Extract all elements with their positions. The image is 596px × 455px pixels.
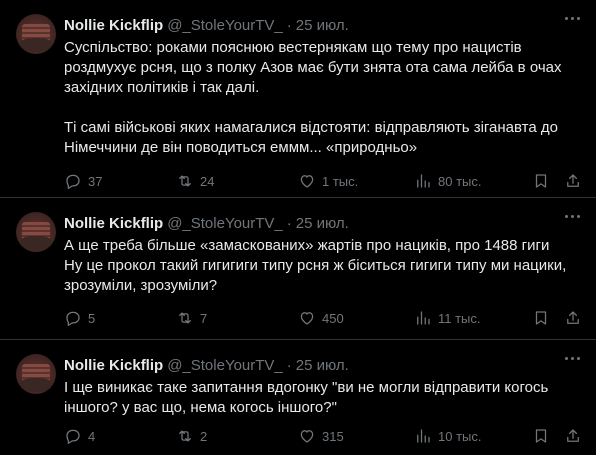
tweet-header: Nollie Kickflip @_StoleYourTV_ · 25 июл. — [64, 15, 564, 35]
tweet-text-line: західних політиків і так далі. — [64, 79, 260, 96]
separator-dot: · — [286, 356, 292, 374]
views-button[interactable]: 10 тыс. — [414, 427, 481, 445]
tweet-text-line: Ті самі військові яких намагалися відсто… — [64, 119, 558, 136]
views-button[interactable]: 80 тыс. — [414, 172, 481, 190]
bookmark-icon — [535, 311, 547, 325]
tweet-header: Nollie Kickflip @_StoleYourTV_ · 25 июл. — [64, 355, 564, 375]
bookmark-icon — [535, 174, 547, 188]
views-button[interactable]: 11 тыс. — [414, 309, 481, 327]
tweet-text-line: Ну це прокол такий гигигиги типу рсня ж … — [64, 257, 567, 274]
more-icon[interactable] — [565, 17, 580, 20]
retweet-icon — [179, 312, 191, 324]
retweet-button[interactable]: 2 — [176, 427, 207, 445]
tweet-text-line: І ще виникає таке запитання вдогонку "ви… — [64, 379, 549, 396]
author-name[interactable]: Nollie Kickflip — [64, 215, 163, 232]
more-icon[interactable] — [565, 215, 580, 218]
avatar[interactable] — [16, 212, 56, 252]
bookmark-button[interactable] — [532, 427, 550, 445]
author-handle[interactable]: @_StoleYourTV_ — [167, 215, 283, 232]
retweet-button[interactable]: 7 — [176, 309, 207, 327]
views-count: 80 тыс. — [438, 173, 482, 189]
tweet-text-line: Суспільство: роками пояснюю вестернякам … — [64, 39, 522, 56]
tweet-text: А ще треба більше «замаскованих» жартів … — [64, 236, 584, 296]
tweet[interactable]: Nollie Kickflip @_StoleYourTV_ · 25 июл.… — [0, 0, 596, 198]
tweet-header: Nollie Kickflip @_StoleYourTV_ · 25 июл. — [64, 213, 564, 233]
share-button[interactable] — [564, 309, 582, 327]
tweet-text-line: іншого? у вас що, нема когось іншого?" — [64, 399, 337, 416]
author-name[interactable]: Nollie Kickflip — [64, 357, 163, 374]
reply-button[interactable]: 37 — [64, 172, 102, 190]
bookmark-button[interactable] — [532, 172, 550, 190]
bookmark-icon — [535, 429, 547, 443]
retweet-icon — [179, 430, 191, 442]
separator-dot: · — [286, 16, 292, 34]
tweet-text-line: роздмухує рсня, що з полку Азов має бути… — [64, 59, 562, 76]
tweet[interactable]: Nollie Kickflip @_StoleYourTV_ · 25 июл.… — [0, 340, 596, 455]
reply-icon — [66, 429, 80, 444]
action-bar: 5 7 450 11 тыс. — [64, 308, 584, 328]
author-name[interactable]: Nollie Kickflip — [64, 17, 163, 34]
views-icon — [417, 429, 430, 443]
timestamp[interactable]: 25 июл. — [296, 17, 349, 34]
tweet-text: Суспільство: роками пояснюю вестернякам … — [64, 38, 584, 158]
views-count: 10 тыс. — [438, 428, 482, 444]
like-icon — [300, 312, 314, 325]
reply-icon — [66, 174, 80, 189]
share-button[interactable] — [564, 172, 582, 190]
like-button[interactable]: 450 — [298, 309, 344, 327]
avatar[interactable] — [16, 14, 56, 54]
tweet-text-line: Німеччини де він поводиться еммм... «при… — [64, 139, 418, 156]
retweet-button[interactable]: 24 — [176, 172, 214, 190]
like-icon — [300, 430, 314, 443]
reply-count: 37 — [88, 173, 103, 189]
reply-icon — [66, 311, 80, 326]
retweet-count: 7 — [200, 310, 208, 326]
share-icon — [567, 311, 579, 324]
avatar[interactable] — [16, 354, 56, 394]
retweet-count: 2 — [200, 428, 208, 444]
like-count: 315 — [322, 428, 344, 444]
timestamp[interactable]: 25 июл. — [296, 215, 349, 232]
action-bar: 4 2 315 10 тыс. — [64, 426, 584, 446]
tweet-text: І ще виникає таке запитання вдогонку "ви… — [64, 378, 584, 418]
like-count: 1 тыс. — [322, 173, 359, 189]
reply-button[interactable]: 4 — [64, 427, 95, 445]
tweet-text-line: А ще треба більше «замаскованих» жартів … — [64, 237, 550, 254]
more-icon[interactable] — [565, 357, 580, 360]
bookmark-button[interactable] — [532, 309, 550, 327]
retweet-icon — [179, 175, 191, 187]
like-count: 450 — [322, 310, 344, 326]
share-icon — [567, 429, 579, 442]
reply-button[interactable]: 5 — [64, 309, 95, 327]
views-icon — [417, 311, 430, 325]
like-icon — [300, 175, 314, 188]
author-handle[interactable]: @_StoleYourTV_ — [167, 17, 283, 34]
like-button[interactable]: 1 тыс. — [298, 172, 358, 190]
retweet-count: 24 — [200, 173, 215, 189]
separator-dot: · — [286, 214, 292, 232]
share-button[interactable] — [564, 427, 582, 445]
reply-count: 5 — [88, 310, 96, 326]
share-icon — [567, 174, 579, 187]
views-icon — [417, 174, 430, 188]
tweet-text-line: зрозуміли, зрозуміли? — [64, 277, 218, 294]
timestamp[interactable]: 25 июл. — [296, 357, 349, 374]
tweet[interactable]: Nollie Kickflip @_StoleYourTV_ · 25 июл.… — [0, 198, 596, 340]
author-handle[interactable]: @_StoleYourTV_ — [167, 357, 283, 374]
reply-count: 4 — [88, 428, 96, 444]
like-button[interactable]: 315 — [298, 427, 344, 445]
action-bar: 37 24 1 тыс. 80 тыс. — [64, 171, 584, 191]
views-count: 11 тыс. — [438, 310, 481, 326]
